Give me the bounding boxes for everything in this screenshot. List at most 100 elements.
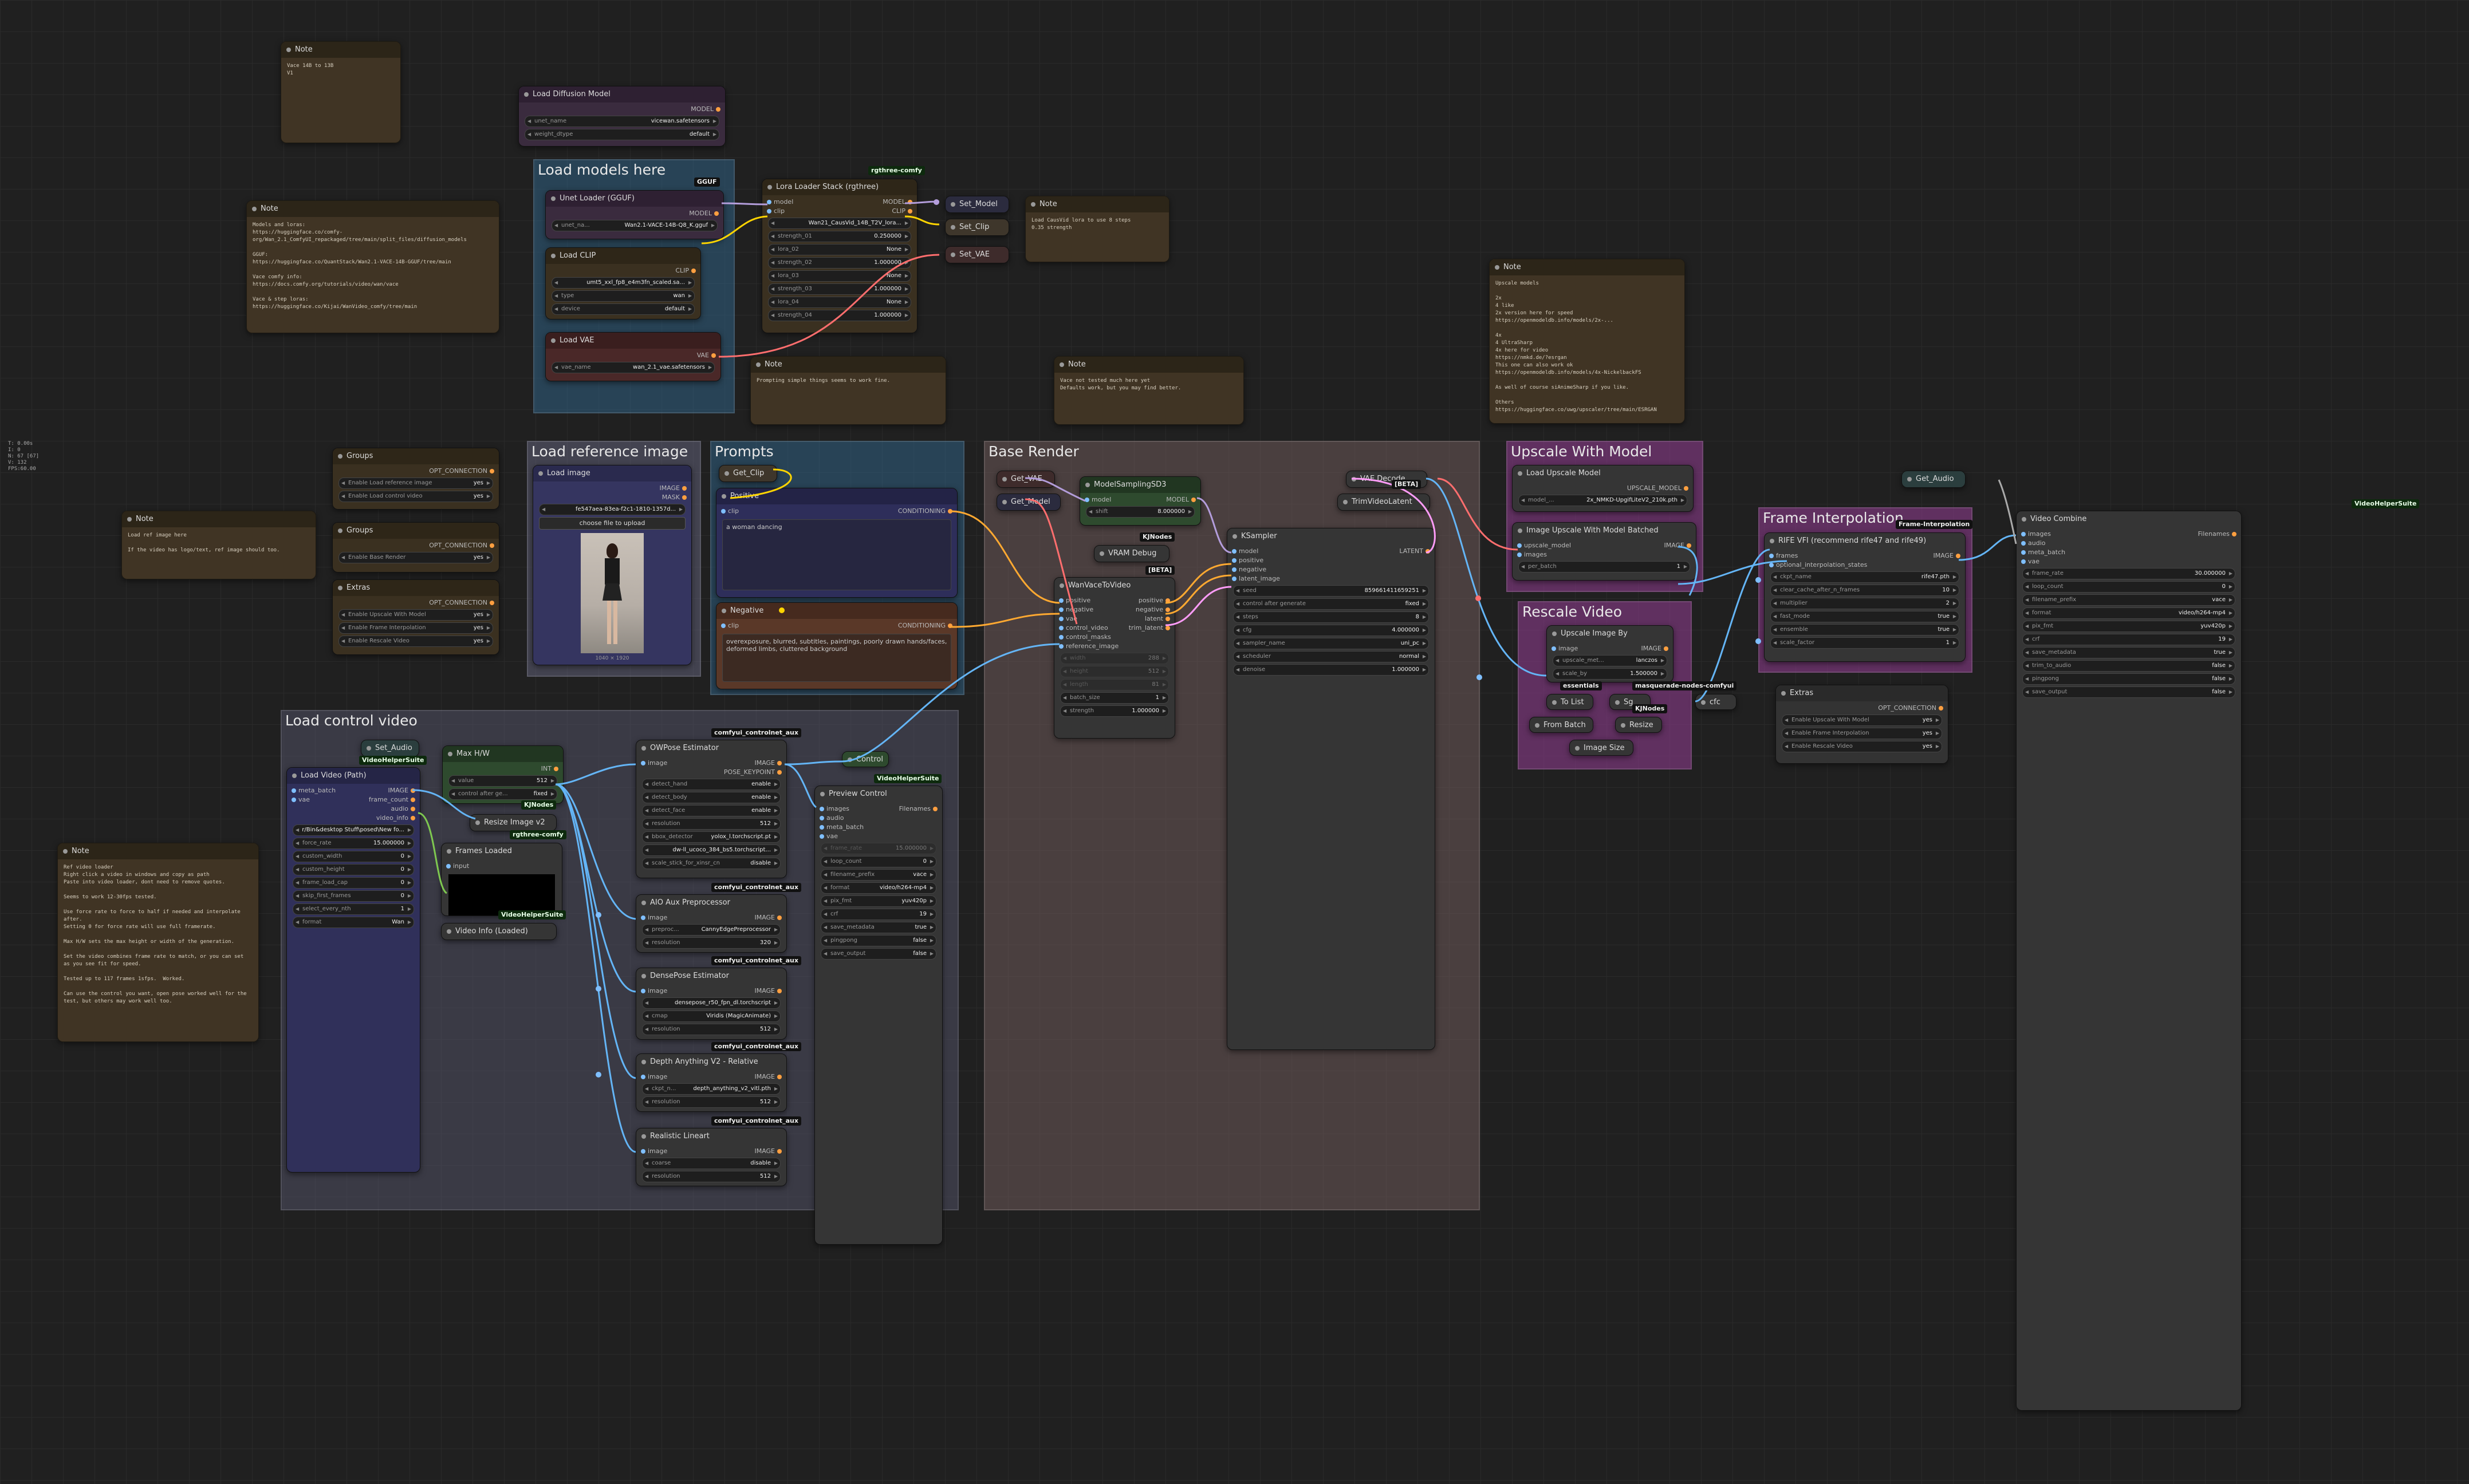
node-set-clip[interactable]: Set_Clip bbox=[945, 219, 1009, 236]
node-unet-loader-gguf[interactable]: Unet Loader (GGUF) MODEL unet_na...Wan2.… bbox=[545, 190, 724, 239]
widget-steps[interactable]: steps8 bbox=[1233, 611, 1429, 623]
widget-video-path[interactable]: r/Bin&desktop Stuff\posed\New fo... bbox=[293, 824, 414, 836]
widget-clip-name[interactable]: umt5_xxl_fp8_e4m3fn_scaled.sa... bbox=[552, 277, 695, 289]
positive-prompt-text[interactable]: a woman dancing bbox=[722, 519, 951, 590]
widget-model-name[interactable]: model_...2x_NMKD-UpgifLiteV2_210k.pth bbox=[1518, 495, 1687, 506]
note-models[interactable]: Note Models and loras: https://huggingfa… bbox=[246, 200, 499, 333]
widget-ensemble[interactable]: ensembletrue bbox=[1770, 624, 1959, 636]
note-ref-image[interactable]: Note Load ref image here If the video ha… bbox=[121, 511, 316, 579]
port-image[interactable]: image IMAGE bbox=[641, 913, 782, 922]
node-load-vae[interactable]: Load VAE VAE vae_namewan_2.1_vae.safeten… bbox=[545, 332, 721, 381]
widget-model[interactable]: densepose_r50_fpn_dl.torchscript bbox=[642, 997, 781, 1009]
port-clip[interactable]: clip CONDITIONING bbox=[721, 507, 953, 516]
widget-unet-name[interactable]: unet_na...Wan2.1-VACE-14B-Q8_K.gguf bbox=[552, 220, 718, 231]
widget-preprocessor[interactable]: preproc...CannyEdgePreprocessor bbox=[642, 924, 781, 936]
output-image[interactable]: IMAGE bbox=[538, 484, 687, 493]
widget-detect-hand[interactable]: detect_handenable bbox=[642, 779, 781, 790]
widget-resolution[interactable]: resolution512 bbox=[642, 1024, 781, 1035]
node-ksampler[interactable]: KSampler model LATENT positive negative l… bbox=[1227, 528, 1435, 1050]
toggle-enable-base-render[interactable]: Enable Base Renderyes bbox=[338, 552, 493, 563]
widget-format[interactable]: formatvideo/h264-mp4 bbox=[2022, 607, 2235, 619]
reroute-dot[interactable] bbox=[1475, 595, 1481, 601]
node-image-upscale-batched[interactable]: Image Upscale With Model Batched upscale… bbox=[1512, 522, 1696, 581]
node-get-audio[interactable]: Get_Audio bbox=[1901, 471, 1966, 488]
widget-pix-fmt[interactable]: pix_fmtyuv420p bbox=[821, 895, 936, 907]
widget-coarse[interactable]: coarsedisable bbox=[642, 1158, 781, 1169]
port-latent-image[interactable]: latent_image bbox=[1232, 574, 1430, 583]
port-vae[interactable]: vae latent bbox=[1059, 614, 1171, 623]
node-control-reroute[interactable]: Control bbox=[842, 751, 889, 767]
port-control-video[interactable]: control_video trim_latent bbox=[1059, 623, 1171, 633]
port-meta-batch[interactable]: meta_batch bbox=[2021, 548, 2236, 557]
widget-denoise[interactable]: denoise1.000000 bbox=[1233, 664, 1429, 676]
widget-bbox-detector[interactable]: bbox_detectoryolox_l.torchscript.pt bbox=[642, 831, 781, 843]
widget-frame-load-cap[interactable]: frame_load_cap0 bbox=[293, 877, 414, 889]
toggle-enable-frame-interp[interactable]: Enable Frame Interpolationyes bbox=[1782, 728, 1942, 739]
widget-sampler-name[interactable]: sampler_nameuni_pc bbox=[1233, 638, 1429, 649]
output-int[interactable]: INT bbox=[447, 764, 559, 773]
widget-lora-01[interactable]: Wan21_CausVid_14B_T2V_lora... bbox=[768, 218, 911, 229]
toggle-enable-load-reference[interactable]: Enable Load reference imageyes bbox=[338, 477, 493, 489]
toggle-enable-rescale[interactable]: Enable Rescale Videoyes bbox=[338, 636, 493, 647]
note-top[interactable]: Note Vace 14B to 13B V1 bbox=[281, 41, 401, 143]
widget-lora-03[interactable]: lora_03None bbox=[768, 270, 911, 282]
widget-strength-01[interactable]: strength_010.250000 bbox=[768, 231, 911, 242]
node-wan-vace-to-video[interactable]: WanVaceToVideo positive positive negative… bbox=[1054, 577, 1175, 739]
node-extras-1[interactable]: Extras OPT_CONNECTION Enable Upscale Wit… bbox=[332, 579, 499, 655]
node-set-vae[interactable]: Set_VAE bbox=[945, 246, 1009, 263]
node-from-batch[interactable]: From Batch bbox=[1529, 717, 1593, 733]
widget-cfg[interactable]: cfg4.000000 bbox=[1233, 625, 1429, 636]
node-densepose-estimator[interactable]: DensePose Estimator imageIMAGE densepose… bbox=[636, 968, 787, 1040]
output-audio[interactable]: audio bbox=[292, 804, 416, 814]
port-image[interactable]: image IMAGE bbox=[641, 1147, 782, 1156]
output-clip[interactable]: CLIP bbox=[550, 266, 696, 275]
toggle-enable-upscale[interactable]: Enable Upscale With Modelyes bbox=[338, 609, 493, 621]
node-load-upscale-model[interactable]: Load Upscale Model UPSCALE_MODEL model_.… bbox=[1512, 465, 1694, 512]
widget-scale-factor[interactable]: scale_factor1 bbox=[1770, 637, 1959, 649]
widget-type[interactable]: typewan bbox=[552, 290, 695, 302]
node-get-vae[interactable]: Get_VAE bbox=[997, 471, 1055, 488]
widget-frame-rate[interactable]: frame_rate15.000000 bbox=[821, 843, 936, 854]
port-input[interactable]: input bbox=[446, 862, 557, 871]
port-meta-batch[interactable]: meta_batch bbox=[820, 823, 938, 832]
widget-cmap[interactable]: cmapViridis (MagicAnimate) bbox=[642, 1011, 781, 1022]
reroute-dot[interactable] bbox=[779, 607, 785, 613]
widget-crf[interactable]: crf19 bbox=[821, 909, 936, 920]
port-images[interactable]: images Filenames bbox=[820, 804, 938, 814]
toggle-enable-upscale[interactable]: Enable Upscale With Modelyes bbox=[1782, 715, 1942, 726]
widget-unet-name[interactable]: unet_namevicewan.safetensors bbox=[525, 116, 719, 127]
widget-frame-rate[interactable]: frame_rate30.000000 bbox=[2022, 568, 2235, 579]
reroute-dot[interactable] bbox=[596, 986, 601, 992]
node-model-sampling-sd3[interactable]: ModelSamplingSD3 modelMODEL shift8.00000… bbox=[1080, 476, 1201, 526]
port-image[interactable]: image IMAGE bbox=[641, 1072, 782, 1082]
widget-crf[interactable]: crf19 bbox=[2022, 634, 2235, 645]
widget-format[interactable]: formatWan bbox=[293, 917, 414, 928]
reroute-dot[interactable] bbox=[596, 912, 601, 918]
widget-strength[interactable]: strength1.000000 bbox=[1060, 705, 1169, 717]
port-image[interactable]: image IMAGE bbox=[1552, 644, 1668, 653]
output-opt-connection[interactable]: OPT_CONNECTION bbox=[337, 541, 494, 550]
node-cfc[interactable]: cfc bbox=[1695, 694, 1736, 710]
port-meta-batch[interactable]: meta_batch IMAGE bbox=[292, 786, 415, 795]
widget-per-batch[interactable]: per_batch1 bbox=[1518, 561, 1690, 573]
widget-upscale-method[interactable]: upscale_met...lanczos bbox=[1553, 655, 1667, 666]
widget-scale-by[interactable]: scale_by1.500000 bbox=[1553, 668, 1667, 680]
node-depth-anything-v2[interactable]: Depth Anything V2 - Relative image IMAGE … bbox=[636, 1053, 787, 1112]
widget-custom-width[interactable]: custom_width0 bbox=[293, 851, 414, 862]
widget-force-rate[interactable]: force_rate15.000000 bbox=[293, 838, 414, 849]
widget-pix-fmt[interactable]: pix_fmtyuv420p bbox=[2022, 621, 2235, 632]
widget-loop-count[interactable]: loop_count0 bbox=[821, 856, 936, 867]
node-resize-image-v2[interactable]: Resize Image v2 bbox=[470, 814, 557, 831]
widget-lora-04[interactable]: lora_04None bbox=[768, 297, 911, 308]
widget-custom-height[interactable]: custom_height0 bbox=[293, 864, 414, 875]
port-control-masks[interactable]: control_masks bbox=[1059, 633, 1170, 642]
node-aio-aux-preprocessor[interactable]: AIO Aux Preprocessor imageIMAGE preproc.… bbox=[636, 894, 787, 953]
port-negative[interactable]: negative bbox=[1232, 565, 1430, 574]
node-realistic-lineart[interactable]: Realistic Lineart imageIMAGE coarsedisab… bbox=[636, 1128, 787, 1186]
note-vace[interactable]: Note Vace not tested much here yet Defau… bbox=[1054, 356, 1244, 425]
widget-skip-first-frames[interactable]: skip_first_frames0 bbox=[293, 890, 414, 902]
node-get-model[interactable]: Get_Model bbox=[997, 494, 1061, 511]
output-pose-keypoint[interactable]: POSE_KEYPOINT bbox=[641, 768, 782, 777]
port-images[interactable]: images Filenames bbox=[2021, 530, 2237, 539]
widget-filename-prefix[interactable]: filename_prefixvace bbox=[821, 869, 936, 881]
